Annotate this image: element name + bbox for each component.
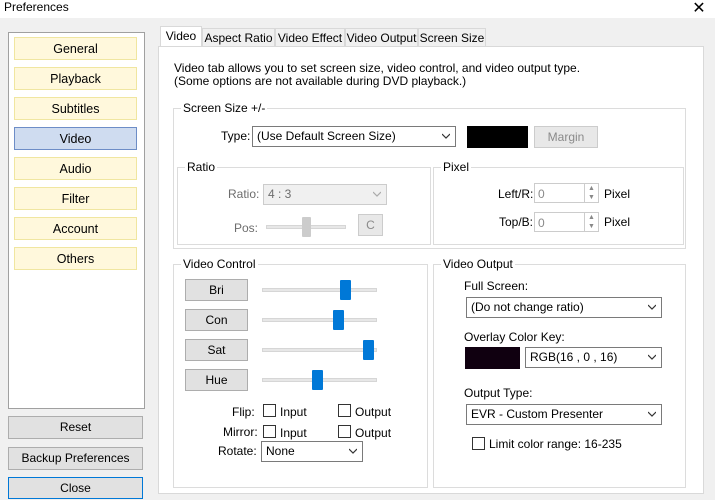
- tab-video-effect[interactable]: Video Effect: [275, 28, 345, 47]
- sidebar-item-audio[interactable]: Audio: [14, 157, 137, 180]
- rotate-value: None: [266, 444, 295, 458]
- contrast-slider-track[interactable]: [262, 318, 377, 322]
- mirror-output-label: Output: [355, 426, 392, 440]
- hue-button[interactable]: Hue: [185, 369, 248, 391]
- type-label: Type:: [221, 129, 251, 143]
- ratio-value: 4 : 3: [268, 187, 292, 201]
- pixel-group: Pixel Left/R: 0 ▲ ▼ Pixel Top/B: 0 ▲ ▼ P…: [433, 160, 684, 245]
- tab-video[interactable]: Video: [160, 26, 202, 48]
- video-tab-panel: Video tab allows you to set screen size,…: [158, 46, 704, 494]
- sidebar-item-general[interactable]: General: [14, 37, 137, 60]
- left-r-unit: Pixel: [604, 187, 631, 201]
- screen-color-swatch[interactable]: [467, 126, 528, 148]
- close-button[interactable]: Close: [8, 477, 143, 499]
- rotate-select[interactable]: None: [261, 441, 363, 462]
- ratio-group-label: Ratio: [185, 160, 218, 174]
- screen-size-group-label: Screen Size +/-: [181, 101, 268, 115]
- overlay-color-value: RGB(16 , 0 , 16): [530, 350, 618, 364]
- center-c-button[interactable]: C: [358, 214, 383, 236]
- tab-screen-size[interactable]: Screen Size: [418, 28, 486, 47]
- video-control-group-label: Video Control: [181, 257, 258, 271]
- top-b-value: 0: [538, 216, 545, 230]
- rotate-label: Rotate:: [218, 444, 257, 458]
- sidebar-item-subtitles[interactable]: Subtitles: [14, 97, 137, 120]
- flip-input-label: Input: [280, 405, 307, 419]
- pixel-group-label: Pixel: [441, 160, 472, 174]
- ratio-group: Ratio Ratio: 4 : 3 Pos: C: [177, 160, 431, 245]
- title-bar: [0, 0, 715, 18]
- top-b-spinner[interactable]: 0 ▲ ▼: [534, 212, 599, 232]
- ratio-label: Ratio:: [228, 187, 260, 201]
- brightness-button[interactable]: Bri: [185, 279, 248, 301]
- brightness-slider-thumb[interactable]: [340, 280, 351, 300]
- full-screen-label: Full Screen:: [464, 279, 529, 293]
- window-title: Preferences: [4, 0, 69, 14]
- left-r-spinner[interactable]: 0 ▲ ▼: [534, 183, 599, 203]
- chevron-down-icon: [349, 448, 357, 454]
- contrast-button[interactable]: Con: [185, 309, 248, 331]
- sidebar-item-others[interactable]: Others: [14, 247, 137, 270]
- mirror-input-label: Input: [280, 426, 307, 440]
- reset-button[interactable]: Reset: [8, 416, 143, 439]
- close-icon[interactable]: ✕: [690, 0, 708, 18]
- left-r-label: Left/R:: [498, 187, 534, 201]
- top-b-unit: Pixel: [604, 215, 631, 229]
- overlay-color-select[interactable]: RGB(16 , 0 , 16): [525, 347, 662, 368]
- spin-down-icon[interactable]: ▼: [584, 222, 598, 231]
- backup-preferences-button[interactable]: Backup Preferences: [8, 447, 143, 470]
- brightness-slider-track[interactable]: [262, 288, 377, 292]
- saturation-slider-track[interactable]: [262, 348, 377, 352]
- tab-aspect-ratio[interactable]: Aspect Ratio: [202, 28, 275, 47]
- full-screen-value: (Do not change ratio): [471, 300, 584, 314]
- sidebar-item-filter[interactable]: Filter: [14, 187, 137, 210]
- output-type-label: Output Type:: [464, 386, 533, 400]
- overlay-color-swatch[interactable]: [465, 347, 520, 369]
- ratio-select[interactable]: 4 : 3: [263, 184, 387, 205]
- video-output-group-label: Video Output: [441, 257, 515, 271]
- screen-size-group: Screen Size +/- Type: (Use Default Scree…: [173, 101, 686, 249]
- flip-output-checkbox[interactable]: [338, 404, 351, 417]
- video-output-group: Video Output Full Screen: (Do not change…: [433, 257, 686, 488]
- saturation-button[interactable]: Sat: [185, 339, 248, 361]
- pos-slider-thumb[interactable]: [301, 217, 311, 237]
- description-line-2: (Some options are not available during D…: [174, 74, 467, 88]
- sidebar-item-account[interactable]: Account: [14, 217, 137, 240]
- chevron-down-icon: [373, 191, 381, 197]
- output-type-value: EVR - Custom Presenter: [471, 407, 604, 421]
- mirror-output-checkbox[interactable]: [338, 425, 351, 438]
- description-line-1: Video tab allows you to set screen size,…: [174, 61, 581, 75]
- category-list: General Playback Subtitles Video Audio F…: [8, 32, 145, 409]
- spin-down-icon[interactable]: ▼: [584, 193, 598, 202]
- contrast-slider-thumb[interactable]: [332, 310, 344, 330]
- saturation-slider-thumb[interactable]: [362, 340, 374, 360]
- chevron-down-icon: [648, 354, 656, 360]
- left-r-value: 0: [538, 187, 545, 201]
- screen-size-type-select[interactable]: (Use Default Screen Size): [252, 126, 456, 147]
- flip-output-label: Output: [355, 405, 392, 419]
- margin-button[interactable]: Margin: [534, 126, 598, 148]
- flip-input-checkbox[interactable]: [263, 404, 276, 417]
- mirror-input-checkbox[interactable]: [263, 425, 276, 438]
- sidebar-item-video[interactable]: Video: [14, 127, 137, 150]
- video-control-group: Video Control Bri Con Sat Hue Flip: Inpu…: [173, 257, 428, 488]
- chevron-down-icon: [442, 133, 450, 139]
- output-type-select[interactable]: EVR - Custom Presenter: [466, 404, 662, 425]
- spin-up-icon[interactable]: ▲: [584, 184, 598, 193]
- full-screen-select[interactable]: (Do not change ratio): [466, 297, 662, 318]
- limit-color-range-label: Limit color range: 16-235: [489, 437, 622, 451]
- overlay-color-key-label: Overlay Color Key:: [464, 330, 565, 344]
- screen-size-type-value: (Use Default Screen Size): [257, 129, 396, 143]
- chevron-down-icon: [648, 411, 656, 417]
- sidebar-item-playback[interactable]: Playback: [14, 67, 137, 90]
- pos-label: Pos:: [234, 221, 259, 235]
- tab-video-output[interactable]: Video Output: [345, 28, 418, 47]
- hue-slider-thumb[interactable]: [311, 370, 323, 390]
- top-b-label: Top/B:: [499, 215, 534, 229]
- flip-label: Flip:: [232, 405, 255, 419]
- spin-up-icon[interactable]: ▲: [584, 213, 598, 222]
- chevron-down-icon: [648, 304, 656, 310]
- limit-color-range-checkbox[interactable]: [472, 437, 485, 450]
- mirror-label: Mirror:: [223, 425, 258, 439]
